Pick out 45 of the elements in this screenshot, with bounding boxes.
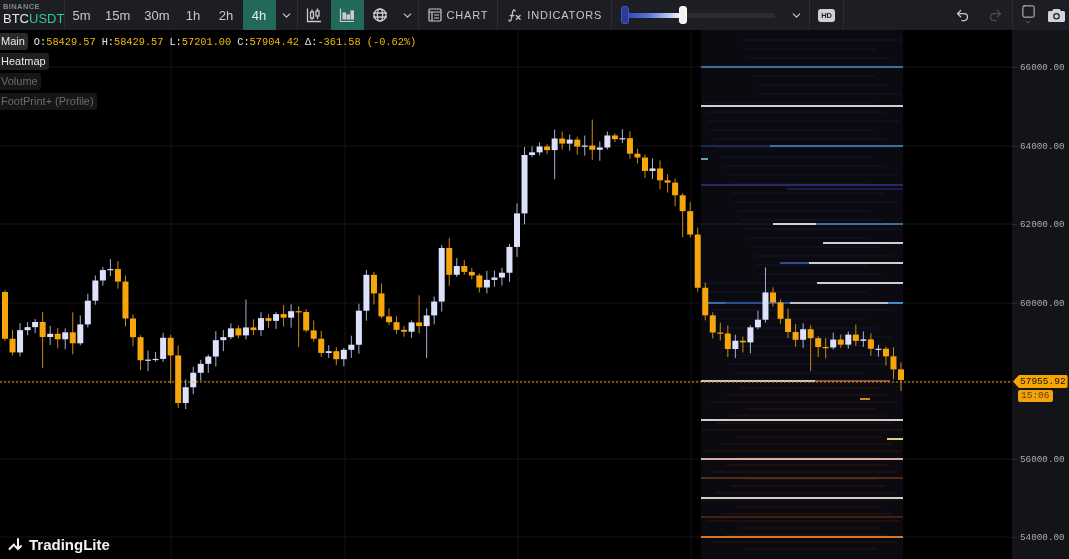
- interval-tab[interactable]: 15m: [98, 0, 138, 30]
- globe-icon: [372, 7, 389, 23]
- interval-tab[interactable]: 30m: [137, 0, 177, 30]
- price-label: 62000.00: [1020, 219, 1065, 230]
- price-label: 60000.00: [1020, 298, 1065, 309]
- chart-mode-button[interactable]: [330, 0, 364, 30]
- price-label: 64000.00: [1020, 141, 1065, 152]
- caret-icon: [1024, 18, 1032, 26]
- ohlc-label: H:: [101, 35, 114, 48]
- ohlc-value: 57904.42: [249, 35, 300, 48]
- logo-text: TradingLite: [29, 536, 110, 553]
- interval-tab[interactable]: 5m: [65, 0, 98, 30]
- ohlc-value: 58429.57: [114, 35, 164, 48]
- undo-icon: [955, 7, 970, 23]
- interval-tab[interactable]: 1h: [176, 0, 210, 30]
- function-icon: [507, 7, 523, 23]
- interval-tab[interactable]: 4h: [242, 0, 276, 30]
- square-icon: [1020, 4, 1036, 19]
- ohlc-label: L:: [169, 35, 182, 48]
- ohlc-value: -361.58 (-0.62%): [317, 35, 417, 48]
- layer-tag[interactable]: Heatmap: [0, 53, 49, 70]
- candle-countdown: 15:06: [1018, 390, 1053, 402]
- main-layer-tag[interactable]: Main: [0, 33, 28, 50]
- interval-tab[interactable]: 2h: [209, 0, 243, 30]
- ohlc-value: 58429.57: [46, 35, 96, 48]
- last-price-tag: 57955.92: [1013, 375, 1068, 388]
- indicators-button[interactable]: INDICATORS: [498, 0, 612, 30]
- ohlc-label: O:: [33, 35, 47, 48]
- logo-icon: [8, 537, 24, 552]
- chart-button[interactable]: CHART: [418, 0, 498, 30]
- bar-chart-icon: [339, 7, 356, 23]
- price-label: 66000.00: [1020, 62, 1065, 73]
- camera-icon: [1047, 8, 1065, 22]
- slider-high-handle[interactable]: [678, 6, 687, 24]
- price-label: 56000.00: [1020, 454, 1065, 465]
- quote-asset: USDT: [29, 11, 65, 27]
- price-label: 54000.00: [1020, 532, 1065, 543]
- ohlc-value: 57201.00: [181, 35, 232, 48]
- base-asset: BTC: [3, 11, 29, 27]
- slider-low-handle[interactable]: [621, 6, 630, 24]
- chart-window-icon: [427, 8, 442, 22]
- ohlc-label: Δ:: [305, 35, 318, 48]
- redo-icon: [988, 7, 1003, 23]
- candlestick-icon: [306, 7, 323, 23]
- ohlc-label: C:: [237, 35, 250, 48]
